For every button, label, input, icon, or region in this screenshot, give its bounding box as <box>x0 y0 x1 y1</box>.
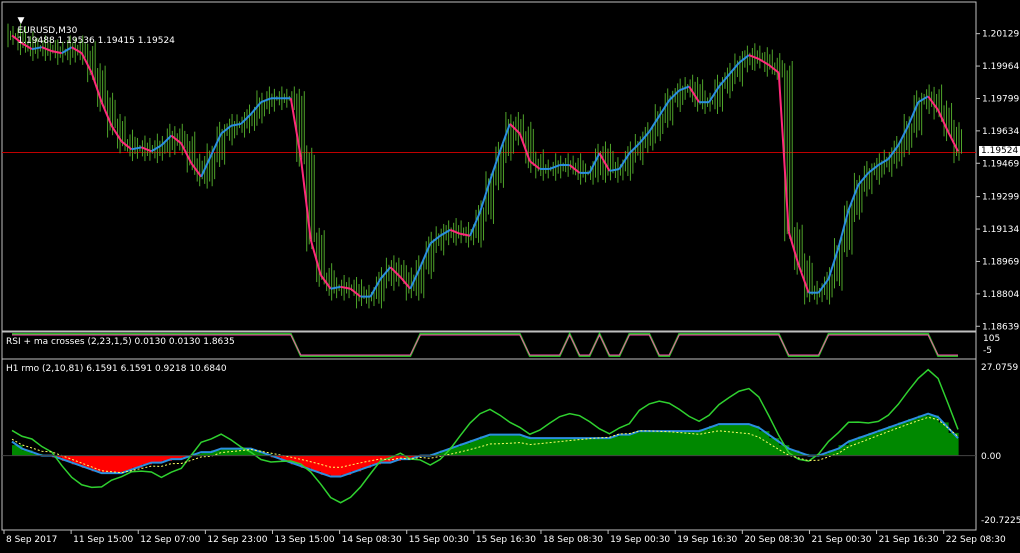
time-tick-label: 21 Sep 16:30 <box>879 535 939 545</box>
rmo-histogram-bar <box>579 438 591 456</box>
price-tick-label: 1.18804 <box>982 290 1019 300</box>
time-tick-label: 19 Sep 16:30 <box>677 535 737 545</box>
chart-canvas[interactable]: 1.20129 1.19964 1.19799 1.19634 1.19469 1.192… <box>0 0 1020 549</box>
price-tick-label: 1.19299 <box>982 193 1019 203</box>
rmo-histogram-bar <box>589 438 601 456</box>
rmo-pane <box>2 368 976 504</box>
time-tick-label: 21 Sep 00:30 <box>811 535 871 545</box>
rsi-title: RSI + ma crosses (2,23,1,5) 0.0130 0.013… <box>6 337 235 347</box>
rmo-histogram-bar <box>619 434 630 456</box>
rmo-histogram-bar <box>888 425 899 456</box>
rmo-histogram-bar <box>549 438 561 456</box>
rmo-histogram-bar <box>609 436 621 456</box>
dropdown-triangle-icon[interactable]: ▼ <box>17 16 24 26</box>
time-tick-label: 15 Sep 16:30 <box>476 535 536 545</box>
rmo-histogram-bar <box>310 455 322 472</box>
price-tick-label: 1.19469 <box>982 159 1019 169</box>
rmo-histogram-bar <box>908 418 919 456</box>
time-tick-label: 13 Sep 15:00 <box>274 535 334 545</box>
rmo-histogram-bar <box>91 455 103 472</box>
rmo-histogram-bar <box>738 424 750 456</box>
rmo-histogram-bar <box>529 438 541 456</box>
rmo-histogram-bar <box>599 438 611 456</box>
rmo-histogram-bar <box>858 436 869 456</box>
rmo-histogram-bar <box>12 445 23 456</box>
rmo-histogram-bar <box>519 436 531 456</box>
rmo-histogram-bar <box>629 432 640 456</box>
rmo-histogram-bar <box>639 431 650 456</box>
price-tick-label: 1.19799 <box>982 94 1019 104</box>
time-tick-label: 18 Sep 08:30 <box>543 535 603 545</box>
time-tick-label: 19 Sep 00:30 <box>610 535 670 545</box>
rmo-histogram-bar <box>499 434 511 456</box>
rmo-histogram-bar <box>151 455 162 463</box>
price-axis: 1.20129 1.19964 1.19799 1.19634 1.19469 1.192… <box>976 30 1019 332</box>
rsi-bottom-label: -5 <box>983 346 992 356</box>
rmo-histogram-bar <box>480 436 491 456</box>
price-tick-label: 1.20129 <box>982 30 1019 40</box>
rmo-histogram-bar <box>719 424 730 456</box>
time-tick-label: 8 Sep 2017 <box>6 535 57 545</box>
moving-average-line <box>11 34 959 298</box>
price-bars <box>7 23 962 309</box>
rmo-histogram-bar <box>489 434 501 456</box>
rmo-histogram-bar <box>221 448 232 456</box>
rmo-histogram-bar <box>559 438 571 456</box>
price-tick-label: 1.18969 <box>982 257 1019 267</box>
rmo-histogram-bar <box>231 448 242 456</box>
rmo-histogram-bar <box>848 439 860 456</box>
time-tick-label: 14 Sep 08:30 <box>342 535 402 545</box>
time-tick-label: 20 Sep 08:30 <box>744 535 804 545</box>
current-price-tag: 1.19524 <box>979 146 1020 156</box>
time-tick-label: 22 Sep 08:30 <box>946 535 1006 545</box>
price-tick-label: 1.18639 <box>982 322 1019 332</box>
rmo-bottom-label: -20.7225 <box>981 516 1020 526</box>
symbol-label: EURUSD,M30 <box>17 26 78 36</box>
rmo-histogram-bar <box>928 415 939 456</box>
rmo-histogram-bar <box>330 455 342 477</box>
rmo-top-label: 27.0759 <box>981 363 1019 373</box>
chart-header: ▼ EURUSD,M30 1.19488 1.19536 1.19415 1.1… <box>6 6 175 56</box>
time-tick-label: 12 Sep 07:00 <box>140 535 200 545</box>
trading-chart[interactable]: 1.20129 1.19964 1.19799 1.19634 1.19469 1.192… <box>0 0 1020 549</box>
time-tick-label: 11 Sep 15:00 <box>73 535 133 545</box>
rmo-histogram-bar <box>649 431 660 456</box>
ohlc-values: 1.19488 1.19536 1.19415 1.19524 <box>17 36 175 46</box>
rmo-histogram-bar <box>659 431 670 456</box>
rmo-zero-label: 0.00 <box>981 452 1002 462</box>
time-tick-label: 12 Sep 23:00 <box>207 535 267 545</box>
rmo-histogram-bar <box>748 425 760 456</box>
rmo-histogram-bar <box>689 431 700 456</box>
rmo-histogram-bar <box>728 424 740 456</box>
price-tick-label: 1.19964 <box>982 62 1019 72</box>
time-tick-label: 15 Sep 00:30 <box>409 535 469 545</box>
rmo-histogram-bar <box>669 431 680 456</box>
rmo-histogram-bar <box>111 455 123 474</box>
rmo-histogram-bar <box>878 429 889 456</box>
price-tick-label: 1.19634 <box>982 127 1019 137</box>
rmo-title: H1 rmo (2,10,81) 6.1591 6.1591 0.9218 10… <box>6 364 227 374</box>
price-tick-label: 1.19134 <box>982 225 1019 235</box>
rsi-top-label: 105 <box>983 334 1001 344</box>
rmo-histogram-bar <box>539 438 551 456</box>
time-axis: 8 Sep 2017 11 Sep 15:00 12 Sep 07:00 12 Sep… <box>3 530 1006 545</box>
rmo-histogram-bar <box>509 434 521 456</box>
rmo-histogram-bar <box>918 415 929 456</box>
rmo-histogram-bar <box>679 431 690 456</box>
rmo-histogram-bar <box>709 425 720 456</box>
